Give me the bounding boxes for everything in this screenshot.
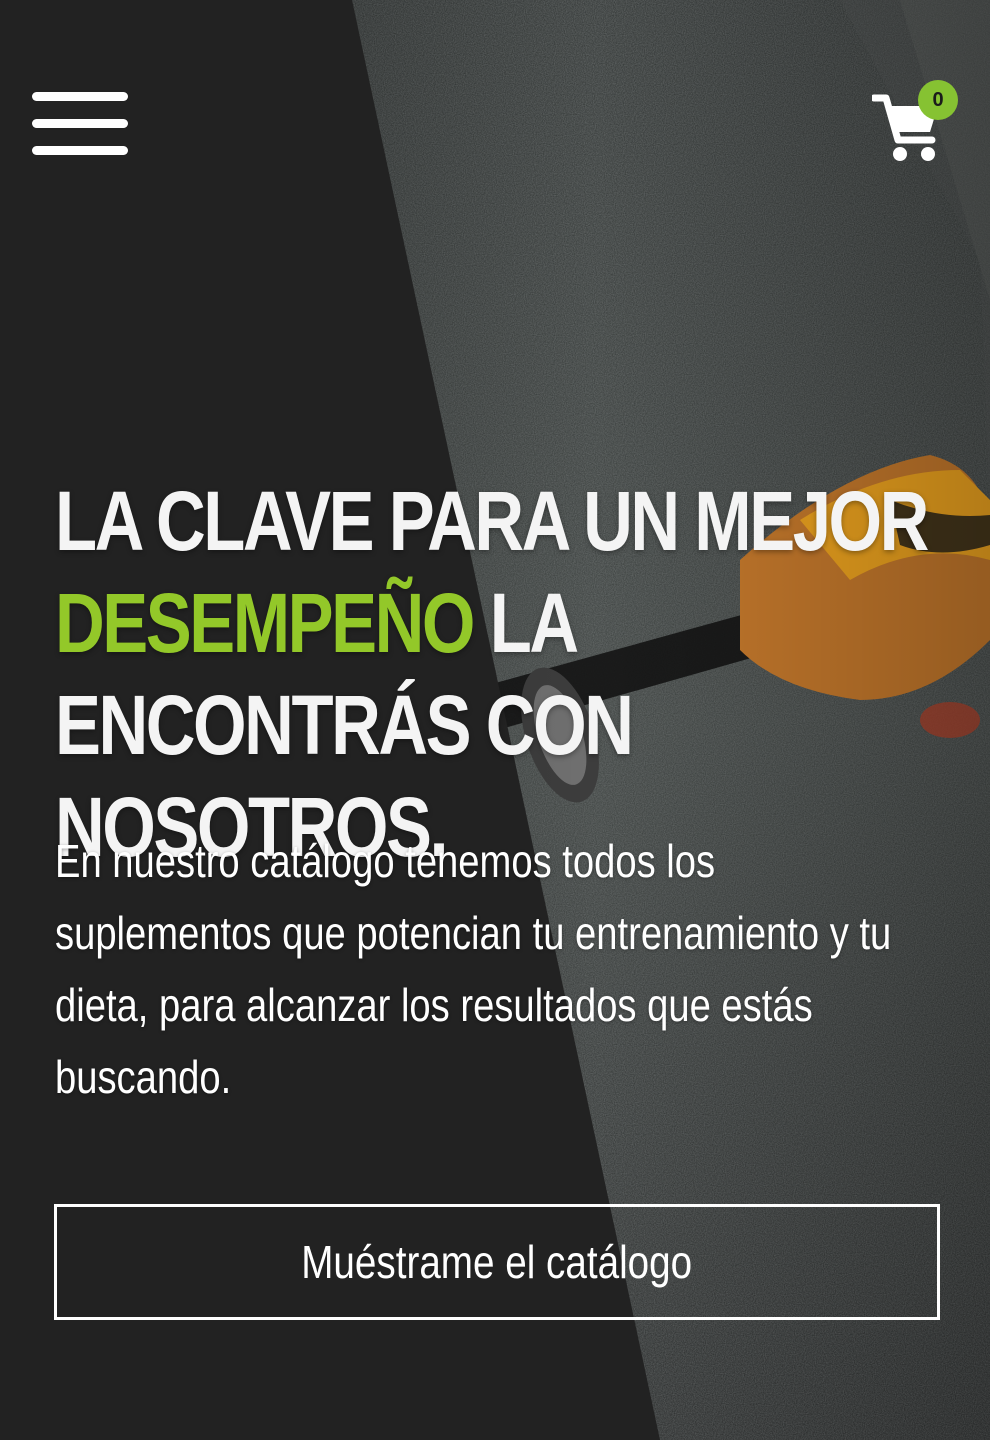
hamburger-menu-button[interactable] (32, 92, 128, 156)
hero-page: 0 LA CLAVE PARA UN MEJOR DESEMPEÑO LA ENC… (0, 0, 990, 1440)
hero-headline: LA CLAVE PARA UN MEJOR DESEMPEÑO LA ENCON… (55, 470, 957, 878)
hamburger-menu-icon-bar (32, 119, 128, 128)
hero-text-block: LA CLAVE PARA UN MEJOR DESEMPEÑO LA ENCON… (55, 470, 955, 878)
show-catalog-button[interactable]: Muéstrame el catálogo (54, 1204, 940, 1320)
cart-count-badge: 0 (918, 80, 958, 120)
show-catalog-button-label: Muéstrame el catálogo (301, 1236, 693, 1288)
hero-description: En nuestro catálogo tenemos todos los su… (55, 835, 892, 1103)
headline-part-1: LA CLAVE PARA UN MEJOR (55, 474, 929, 568)
hamburger-menu-icon-bar (32, 92, 128, 101)
cart-button[interactable]: 0 (872, 80, 962, 166)
hamburger-menu-icon-bar (32, 146, 128, 155)
headline-accent-word: DESEMPEÑO (55, 576, 475, 670)
